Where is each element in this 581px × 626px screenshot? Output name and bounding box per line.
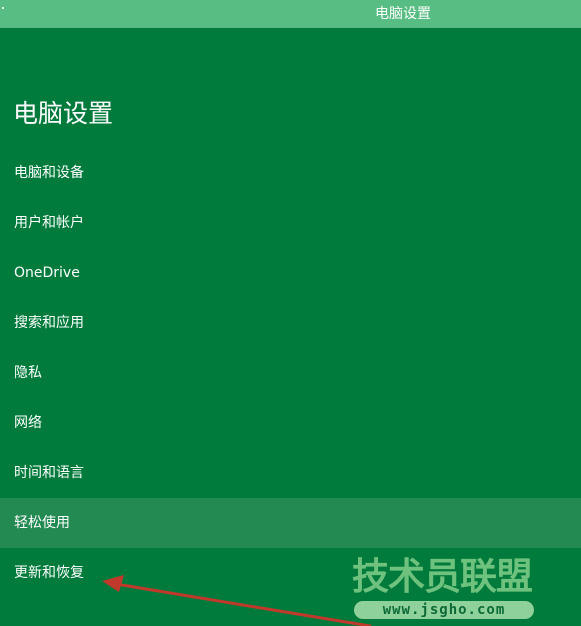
nav-item-network[interactable]: 网络 — [0, 398, 581, 448]
page-title: 电脑设置 — [13, 98, 114, 128]
nav-item-privacy[interactable]: 隐私 — [0, 348, 581, 398]
nav-item-search-and-apps[interactable]: 搜索和应用 — [0, 298, 581, 348]
nav-item-onedrive[interactable]: OneDrive — [0, 248, 581, 298]
watermark: 技术员联盟 www.jsgho.com — [352, 557, 538, 623]
nav-item-accounts[interactable]: 用户和帐户 — [0, 198, 581, 248]
title-bar[interactable]: 电脑设置 — [0, 0, 581, 28]
settings-window: 电脑设置 电脑设置 电脑和设备 用户和帐户 OneDrive 搜索和应用 隐私 … — [0, 0, 581, 626]
nav-item-time-and-language[interactable]: 时间和语言 — [0, 448, 581, 498]
window-title: 电脑设置 — [375, 6, 431, 22]
watermark-url: www.jsgho.com — [354, 601, 534, 619]
settings-nav: 电脑和设备 用户和帐户 OneDrive 搜索和应用 隐私 网络 时间和语言 轻… — [0, 148, 581, 598]
watermark-title: 技术员联盟 — [352, 555, 533, 598]
nav-item-pc-and-devices[interactable]: 电脑和设备 — [0, 148, 581, 198]
nav-item-ease-of-access[interactable]: 轻松使用 — [0, 498, 581, 548]
